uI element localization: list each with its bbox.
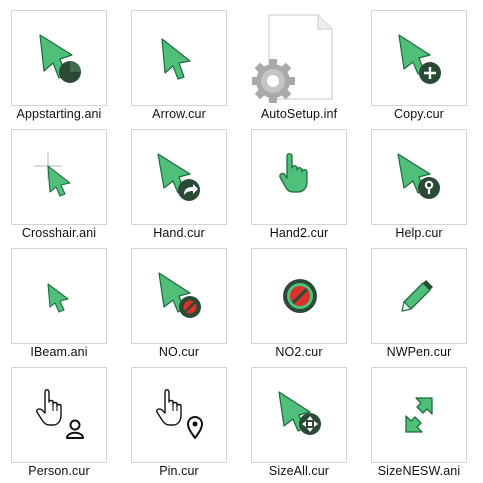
size-all-cursor-icon [278, 391, 321, 435]
crosshair-cursor-icon [34, 152, 71, 197]
file-name: Hand.cur [153, 226, 205, 240]
file-icon-grid: Appstarting.ani Arrow.cur AutoSetup.inf … [0, 0, 483, 483]
person-select-cursor-icon [36, 389, 84, 439]
file-name: SizeNESW.ani [377, 464, 461, 478]
file-name: Pin.cur [159, 464, 199, 478]
no-cursor-icon [158, 272, 201, 318]
help-cursor-icon [397, 153, 440, 199]
file-name: NO2.cur [275, 345, 323, 359]
thumbnail [131, 10, 227, 106]
hand-link-cursor-icon [157, 153, 200, 201]
size-nesw-cursor-icon [405, 397, 433, 433]
thumbnail [131, 248, 227, 344]
file-name: IBeam.ani [30, 345, 88, 359]
pen-cursor-icon [401, 280, 433, 312]
thumbnail [251, 367, 347, 463]
file-name: Help.cur [395, 226, 443, 240]
file-name: Crosshair.ani [21, 226, 97, 240]
thumbnail [251, 10, 347, 106]
file-name: NWPen.cur [386, 345, 452, 359]
thumbnail [11, 129, 107, 225]
thumbnail [251, 248, 347, 344]
hand-pointer-cursor-icon [279, 153, 308, 193]
setup-information-file-icon [252, 14, 333, 103]
thumbnail [251, 129, 347, 225]
file-name: NO.cur [158, 345, 200, 359]
pin-select-cursor-icon [156, 389, 203, 439]
thumbnail [11, 10, 107, 106]
file-name: Arrow.cur [152, 107, 206, 121]
ibeam-cursor-icon [47, 283, 69, 313]
file-name: SizeAll.cur [268, 464, 330, 478]
appstarting-cursor-icon [39, 34, 81, 83]
file-name: Appstarting.ani [16, 107, 102, 121]
file-name: Copy.cur [394, 107, 444, 121]
no-symbol-cursor-icon [283, 279, 317, 313]
thumbnail [371, 248, 467, 344]
file-name: AutoSetup.inf [260, 107, 338, 121]
thumbnail [131, 129, 227, 225]
thumbnail [11, 367, 107, 463]
thumbnail [371, 129, 467, 225]
thumbnail [131, 367, 227, 463]
thumbnail [371, 367, 467, 463]
file-name: Person.cur [28, 464, 90, 478]
thumbnail [371, 10, 467, 106]
copy-cursor-icon [398, 34, 441, 84]
thumbnail [11, 248, 107, 344]
arrow-cursor-icon [161, 38, 191, 80]
file-name: Hand2.cur [269, 226, 329, 240]
